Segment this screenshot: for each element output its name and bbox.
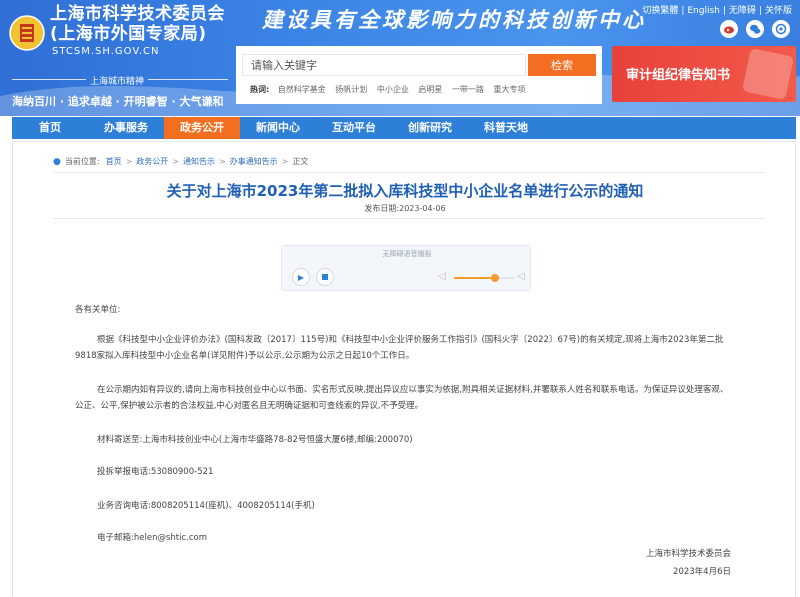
audio-player: 无障碍语音播报 ▶ ◁ ◁ [281,245,531,291]
volume-low-icon: ◁ [438,271,446,282]
breadcrumb-prefix: 当前位置: [64,157,100,166]
contact-email: 电子邮箱:helen@shtic.com [97,533,207,543]
hot-keyword[interactable]: 自然科学基金 [278,85,326,94]
hot-keyword[interactable]: 启明星 [418,85,442,94]
banner-decoration [741,47,795,101]
volume-fill [454,277,495,279]
breadcrumb-separator: > [281,157,289,166]
paragraph: 在公示期内如有异议的,请向上海市科技创业中心以书面、实名形式反映,提出异议应以事… [75,385,729,411]
hot-keyword[interactable]: 一带一路 [452,85,484,94]
hot-keyword[interactable]: 重大专项 [493,85,525,94]
breadcrumb-separator: > [218,157,226,166]
salutation: 各有关单位: [75,305,121,315]
top-links: 切换繁體 | English | 无障碍 | 关怀版 [642,3,792,16]
search-panel: 检索 热词: 自然科学基金 扬帆计划 中小企业 启明星 一带一路 重大专项 [236,46,602,104]
hot-keyword[interactable]: 中小企业 [377,85,409,94]
play-button[interactable]: ▶ [292,268,310,286]
spirit-text: 海纳百川 · 追求卓越 · 开明睿智 · 大气谦和 [12,95,224,108]
separator: | [681,6,685,16]
main-nav: 首页 办事服务 政务公开 新闻中心 互动平台 创新研究 科普天地 [12,117,796,139]
breadcrumb-home[interactable]: 首页 [106,156,122,167]
breadcrumb-separator: > [172,157,179,166]
stop-button[interactable] [316,268,334,286]
paragraph: 根据《科技型中小企业评价办法》(国科发政〔2017〕115号)和《科技型中小企业… [75,335,724,361]
volume-high-icon: ◁ [517,271,525,282]
slogan: 建设具有全球影响力的科技创新中心 [262,7,646,32]
link-care-version[interactable]: 关怀版 [765,6,792,16]
banner-text: 审计组纪律告知书 [626,68,731,83]
play-icon: ▶ [297,272,305,282]
app-icon[interactable] [772,20,790,38]
nav-interaction[interactable]: 互动平台 [316,117,392,139]
hot-keyword[interactable]: 扬帆计划 [335,85,367,94]
spirit-label: 上海城市精神 [90,77,145,87]
volume-knob[interactable] [490,274,499,282]
social-icons [720,20,790,38]
divider [148,79,228,80]
report-phone: 投拆举报电话:53080900-521 [97,467,214,477]
nav-home[interactable]: 首页 [12,117,88,139]
publish-date: 发布日期:2023-04-06 [364,204,446,213]
site-title-line1: 上海市科学技术委员会 [50,4,225,24]
nav-news[interactable]: 新闻中心 [240,117,316,139]
search-input[interactable] [242,54,526,76]
site-domain: STCSM.SH.GOV.CN [52,46,160,57]
nav-science[interactable]: 科普天地 [468,117,544,139]
player-label: 无障碍语音播报 [382,250,432,258]
divider [53,218,765,219]
volume-slider[interactable] [454,274,514,282]
separator: | [722,6,726,16]
link-traditional[interactable]: 切换繁體 [642,6,678,16]
hot-keywords: 热词: 自然科学基金 扬帆计划 中小企业 启明星 一带一路 重大专项 [250,84,532,95]
article-title: 关于对上海市2023年第二批拟入库科技型中小企业名单进行公示的通知 [166,182,644,200]
nav-research[interactable]: 创新研究 [392,117,468,139]
breadcrumb-gov-affairs[interactable]: 政务公开 [136,156,168,167]
stop-icon [322,274,328,280]
nav-gov-affairs[interactable]: 政务公开 [164,117,240,139]
site-title-line2: (上海市外国专家局) [50,24,207,44]
business-phone: 业务咨询电话:8008205114(座机)、4008205114(手机) [97,501,315,511]
signature-date: 2023年4月6日 [673,567,731,577]
breadcrumb-current: 正文 [292,157,309,166]
link-english[interactable]: English [687,6,720,16]
divider [53,172,765,173]
site-header: 上海市科学技术委员会 (上海市外国专家局) STCSM.SH.GOV.CN 上海… [0,0,800,116]
search-button[interactable]: 检索 [528,54,596,76]
divider [12,79,86,80]
site-title: 上海市科学技术委员会 (上海市外国专家局) [50,4,225,44]
location-pin-icon: ● [53,156,61,167]
weibo-icon[interactable] [720,20,738,38]
breadcrumb-service-notices[interactable]: 办事通知告示 [230,156,278,167]
breadcrumb-notices[interactable]: 通知告示 [183,156,215,167]
mail-address: 材料寄送至:上海市科技创业中心(上海市华盛路78-82号恒盛大厦6楼,邮编:20… [97,435,413,445]
separator: | [758,6,762,16]
site-logo[interactable] [8,14,46,52]
breadcrumb: ● 当前位置: 首页 > 政务公开 > 通知告示 > 办事通知告示 > 正文 [53,156,308,167]
link-accessibility[interactable]: 无障碍 [729,6,756,16]
signature-org: 上海市科学技术委员会 [645,549,731,559]
article-container: ● 当前位置: 首页 > 政务公开 > 通知告示 > 办事通知告示 > 正文 关… [12,141,796,597]
nav-services[interactable]: 办事服务 [88,117,164,139]
breadcrumb-separator: > [125,157,133,166]
wechat-icon[interactable] [746,20,764,38]
hot-label: 热词: [250,85,270,94]
audit-notice-banner[interactable]: 审计组纪律告知书 [612,46,796,102]
